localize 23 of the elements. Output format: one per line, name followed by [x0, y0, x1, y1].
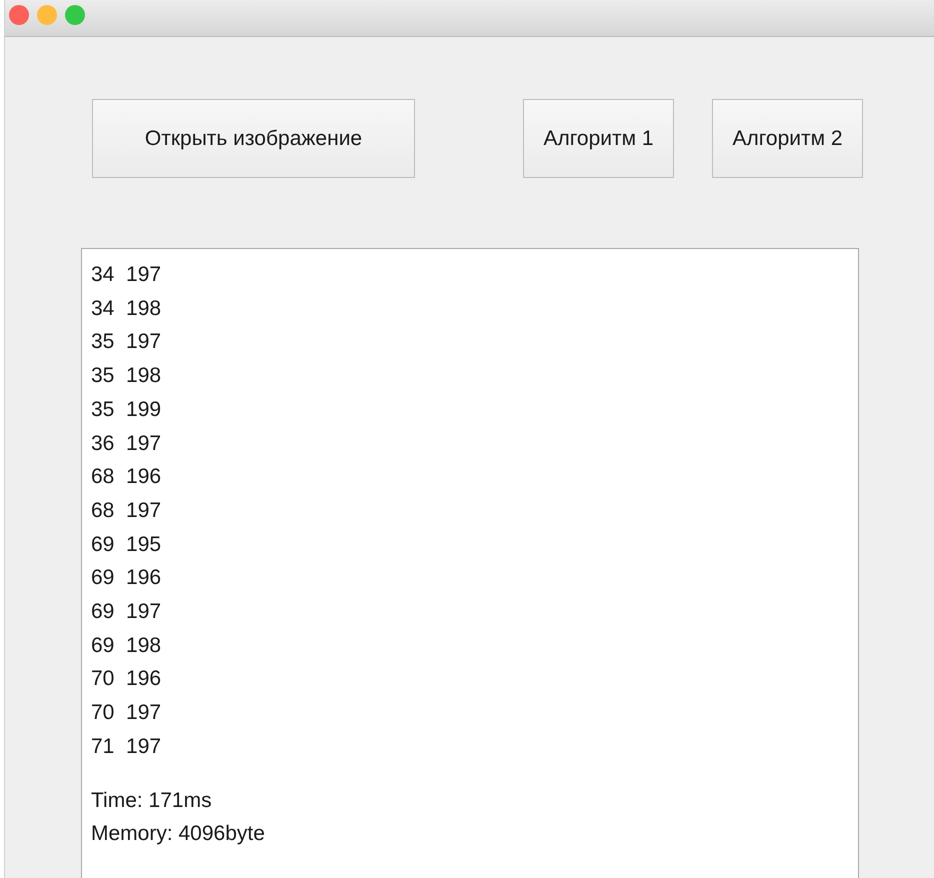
output-line: 35 198	[91, 364, 162, 388]
output-line: 36 197	[91, 432, 162, 455]
output-line: 34 198	[91, 296, 162, 320]
minimize-button[interactable]	[37, 5, 57, 25]
output-line: 69 196	[91, 566, 162, 590]
open-image-button[interactable]: Открыть изображение	[92, 99, 415, 178]
output-line: 35 199	[91, 398, 162, 421]
output-line: 68 197	[91, 498, 162, 522]
output-line: 68 196	[91, 465, 162, 488]
close-button[interactable]	[9, 5, 29, 25]
algorithm-button[interactable]: Алгоритм 2	[712, 99, 863, 178]
zoom-button[interactable]	[65, 5, 85, 25]
output-line: 35 197	[91, 330, 162, 354]
output-line: 69 197	[91, 600, 162, 624]
stat-line: Time: 171ms	[91, 788, 212, 812]
output-line: 69 195	[91, 532, 162, 556]
output-line: 69 198	[91, 634, 162, 657]
output-line: 70 197	[91, 701, 162, 724]
output-line: 71 197	[91, 734, 162, 758]
algorithm-button[interactable]: Алгоритм 1	[523, 99, 674, 178]
stat-line: Memory: 4096byte	[91, 822, 265, 846]
output-line: 34 197	[91, 263, 162, 286]
output-line: 70 196	[91, 667, 162, 690]
